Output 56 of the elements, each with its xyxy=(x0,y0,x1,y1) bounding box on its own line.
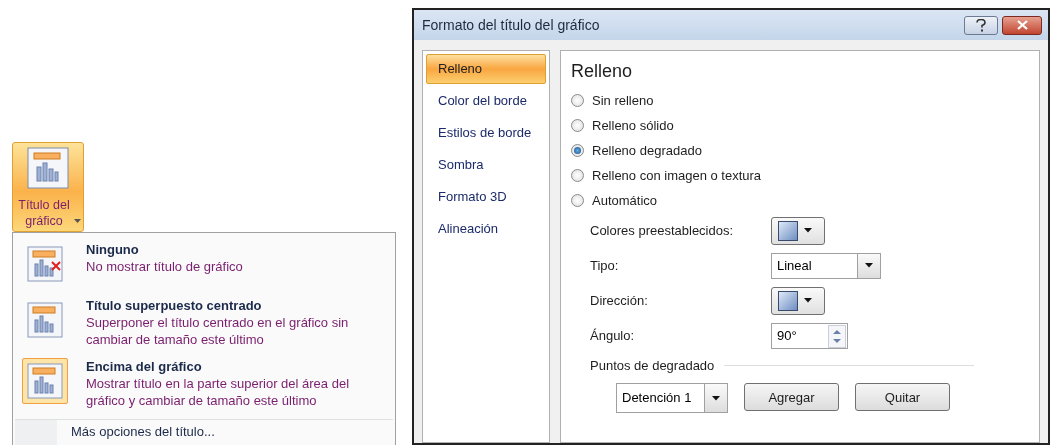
button-label: Título del gráfico xyxy=(17,197,71,229)
caret-icon xyxy=(712,395,720,401)
more-options-item[interactable]: Más opciones del título... xyxy=(57,420,215,445)
category-item[interactable]: Estilos de borde xyxy=(426,118,546,148)
close-button[interactable] xyxy=(1002,15,1042,35)
category-item[interactable]: Sombra xyxy=(426,150,546,180)
chart-title-button[interactable]: Título del gráfico xyxy=(12,142,84,232)
category-item[interactable]: Alineación xyxy=(426,214,546,244)
chart-title-icon xyxy=(27,363,63,399)
type-dropdown[interactable]: Lineal xyxy=(771,252,881,279)
help-icon xyxy=(975,18,987,32)
caret-icon xyxy=(804,298,812,303)
caret-icon xyxy=(865,263,873,268)
radio-label: Automático xyxy=(592,193,658,208)
action-button[interactable]: Agregar xyxy=(744,383,839,411)
radio-button[interactable] xyxy=(571,144,584,157)
category-item[interactable]: Formato 3D xyxy=(426,182,546,212)
item-title: Ninguno xyxy=(86,241,140,258)
caret-icon xyxy=(73,219,81,223)
field-label: Colores preestablecidos: xyxy=(590,223,735,238)
radio-button[interactable] xyxy=(571,94,584,107)
radio-button[interactable] xyxy=(571,194,584,207)
item-title: Encima del gráfico xyxy=(86,358,203,375)
help-button[interactable] xyxy=(964,15,998,35)
action-button[interactable]: Quitar xyxy=(855,383,950,411)
menu-item[interactable]: Ninguno No mostrar título de gráfico xyxy=(15,236,393,292)
menu-item[interactable]: Título superpuesto centrado Superponer el título centrado en el gráfico sin cambiar de tamaño este último xyxy=(15,292,393,353)
radio-label: Sin relleno xyxy=(592,93,654,108)
radio-button[interactable] xyxy=(571,119,584,132)
field-label: Tipo: xyxy=(590,258,620,273)
caret-icon xyxy=(804,228,812,233)
radio-button[interactable] xyxy=(571,169,584,182)
chart-icon xyxy=(27,147,69,189)
menu-item[interactable]: Encima del gráfico Mostrar título en la parte superior del área del gráfico y cambiar de tamaño este último xyxy=(15,353,393,414)
color-picker[interactable] xyxy=(771,286,825,315)
stop-dropdown[interactable]: Detención 1 xyxy=(616,383,728,413)
panel-heading: Relleno xyxy=(571,61,634,82)
item-description: Superponer el título centrado en el gráfico sin cambiar de tamaño este último xyxy=(86,314,350,348)
item-description: No mostrar título de gráfico xyxy=(86,258,244,275)
color-picker[interactable] xyxy=(771,216,825,245)
radio-label: Relleno degradado xyxy=(592,143,702,158)
chart-overlay-icon xyxy=(27,302,63,338)
field-label: Ángulo: xyxy=(590,328,636,343)
section-label: Puntos de degradado xyxy=(590,357,715,373)
radio-label: Relleno sólido xyxy=(592,118,674,133)
spin-arrows-icon xyxy=(828,324,846,348)
window-title: Formato del título del gráfico xyxy=(422,17,601,33)
angle-spinner[interactable]: 90° xyxy=(771,322,848,349)
category-item[interactable]: Color del borde xyxy=(426,86,546,116)
item-title: Título superpuesto centrado xyxy=(86,297,263,314)
field-label: Dirección: xyxy=(590,293,649,308)
item-description: Mostrar título en la parte superior del área del gráfico y cambiar de tamaño este último xyxy=(86,375,351,409)
chart-crossed-icon xyxy=(27,246,63,282)
radio-label: Relleno con imagen o textura xyxy=(592,168,762,183)
close-icon xyxy=(1016,20,1028,30)
category-item[interactable]: Relleno xyxy=(426,54,546,84)
